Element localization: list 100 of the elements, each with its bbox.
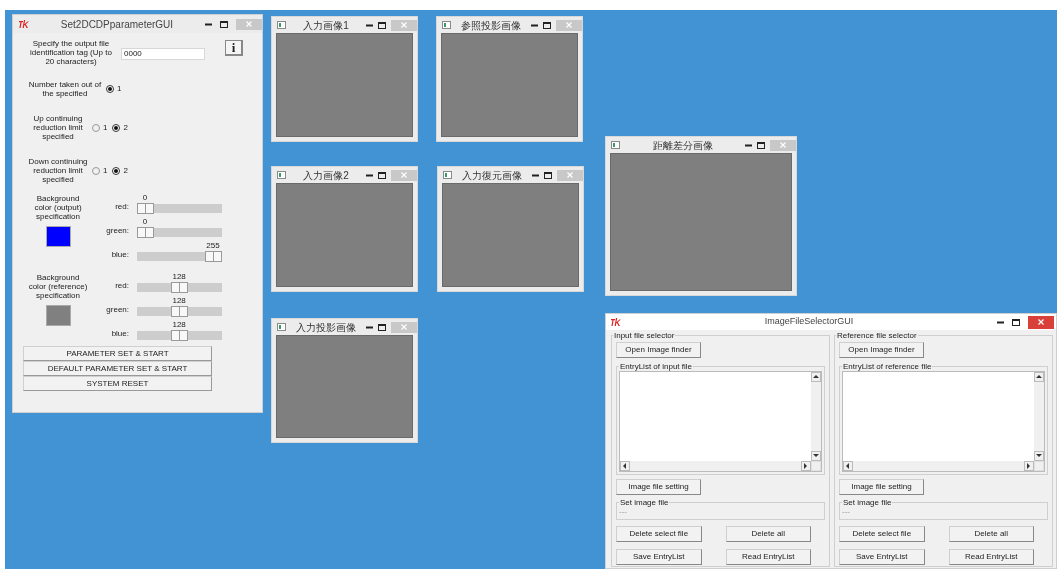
- vertical-scrollbar[interactable]: [811, 372, 821, 461]
- scroll-right-icon[interactable]: [801, 461, 811, 471]
- radio-label: 1: [117, 83, 122, 95]
- option-label: Up continuing reduction limit specified: [32, 114, 84, 141]
- window-title: 入力復元画像: [461, 168, 523, 183]
- scroll-down-icon[interactable]: [1034, 451, 1044, 461]
- close-icon: [401, 22, 407, 28]
- app-icon: [611, 318, 621, 326]
- set-image-value: ---: [619, 507, 628, 516]
- slider-value: 255: [206, 240, 220, 252]
- color-group-label: Background color (output) specification: [33, 194, 83, 221]
- vertical-scrollbar[interactable]: [1034, 372, 1044, 461]
- window-title: 入力画像2: [302, 168, 350, 183]
- maximize-icon[interactable]: [220, 20, 228, 28]
- maximize-icon[interactable]: [378, 171, 386, 179]
- button[interactable]: Open Image finder: [839, 342, 924, 358]
- button[interactable]: Open Image finder: [616, 342, 701, 358]
- button[interactable]: Read EntryList: [948, 549, 1034, 565]
- button[interactable]: Delete all: [725, 526, 811, 542]
- close-icon: [780, 142, 786, 148]
- button[interactable]: Save EntryList: [616, 549, 702, 565]
- window-icon: [277, 323, 286, 331]
- window-icon: [442, 21, 451, 29]
- button[interactable]: Delete select file: [839, 526, 925, 542]
- maximize-icon[interactable]: [757, 141, 765, 149]
- maximize-icon[interactable]: [544, 171, 552, 179]
- window-icon: [277, 171, 286, 179]
- window-title: 距離差分画像: [651, 138, 714, 153]
- maximize-icon[interactable]: [378, 21, 386, 29]
- close-icon: [1038, 319, 1044, 325]
- slider-thumb[interactable]: [171, 330, 189, 341]
- window-title: ImageFileSelectorGUI: [763, 315, 855, 329]
- slider-value: 128: [172, 271, 186, 283]
- minimize-icon[interactable]: [366, 23, 373, 27]
- option-label: Number taken out of the specified: [27, 80, 103, 98]
- slider-label: red:: [114, 280, 130, 292]
- radio-button[interactable]: [106, 85, 114, 93]
- minimize-icon[interactable]: [532, 173, 539, 177]
- minimize-icon[interactable]: [205, 22, 212, 26]
- slider-label: red:: [114, 201, 130, 213]
- maximize-icon[interactable]: [378, 323, 386, 331]
- maximize-icon[interactable]: [543, 21, 551, 29]
- close-button[interactable]: [1028, 315, 1054, 329]
- group-label: Reference file selector: [836, 331, 918, 340]
- scroll-right-icon[interactable]: [1024, 461, 1034, 471]
- slider-value: 0: [142, 216, 148, 228]
- horizontal-scrollbar[interactable]: [843, 461, 1034, 471]
- minimize-icon[interactable]: [745, 143, 752, 147]
- radio-button[interactable]: [92, 123, 100, 132]
- action-button[interactable]: PARAMETER SET & START: [23, 346, 212, 361]
- button[interactable]: Read EntryList: [725, 549, 811, 565]
- window-icon: [611, 141, 620, 149]
- radio-label: 1: [103, 164, 108, 177]
- radio-button[interactable]: [112, 166, 121, 175]
- slider-thumb[interactable]: [205, 251, 222, 262]
- slider-value: 0: [142, 192, 148, 204]
- maximize-icon[interactable]: [1012, 318, 1020, 326]
- slider-thumb[interactable]: [171, 306, 189, 317]
- minimize-icon[interactable]: [531, 23, 538, 27]
- window-title: 参照投影画像: [460, 18, 522, 33]
- minimize-icon[interactable]: [366, 325, 373, 329]
- close-icon: [246, 21, 252, 27]
- button[interactable]: Image file setting: [616, 479, 701, 495]
- scroll-down-icon[interactable]: [811, 451, 821, 461]
- minimize-icon[interactable]: [366, 173, 373, 177]
- scrollbar-corner: [1034, 461, 1044, 471]
- minimize-icon[interactable]: [997, 320, 1004, 324]
- radio-label: 2: [123, 121, 128, 134]
- button[interactable]: Image file setting: [839, 479, 924, 495]
- group-label: Set image file: [842, 498, 893, 507]
- scroll-up-icon[interactable]: [811, 372, 821, 382]
- close-icon: [567, 172, 573, 178]
- slider-thumb[interactable]: [137, 203, 154, 214]
- slider-label: green:: [105, 225, 130, 237]
- radio-button[interactable]: [112, 123, 121, 132]
- radio-button[interactable]: [92, 166, 100, 175]
- tag-input[interactable]: 0000: [121, 48, 205, 60]
- slider-thumb[interactable]: [137, 227, 154, 238]
- info-button[interactable]: i: [225, 40, 243, 56]
- horizontal-scrollbar[interactable]: [620, 461, 811, 471]
- action-button[interactable]: SYSTEM RESET: [23, 376, 212, 391]
- radio-label: 1: [103, 121, 108, 134]
- group-label: EntryList of input file: [619, 362, 694, 371]
- scroll-left-icon[interactable]: [620, 461, 630, 471]
- scroll-up-icon[interactable]: [1034, 372, 1044, 382]
- slider-label: green:: [105, 304, 130, 316]
- window-title: 入力画像1: [302, 18, 350, 33]
- option-label: Down continuing reduction limit specified: [27, 157, 89, 184]
- app-icon: [19, 20, 29, 28]
- button[interactable]: Delete all: [948, 526, 1034, 542]
- window-title: Set2DCDPparameterGUI: [59, 17, 175, 32]
- slider-thumb[interactable]: [171, 282, 189, 293]
- scroll-left-icon[interactable]: [843, 461, 853, 471]
- action-button[interactable]: DEFAULT PARAMETER SET & START: [23, 361, 212, 376]
- close-icon: [401, 324, 407, 330]
- window-icon: [443, 171, 452, 179]
- scrollbar-corner: [811, 461, 821, 471]
- color-swatch: [45, 226, 71, 247]
- button[interactable]: Save EntryList: [839, 549, 925, 565]
- button[interactable]: Delete select file: [616, 526, 702, 542]
